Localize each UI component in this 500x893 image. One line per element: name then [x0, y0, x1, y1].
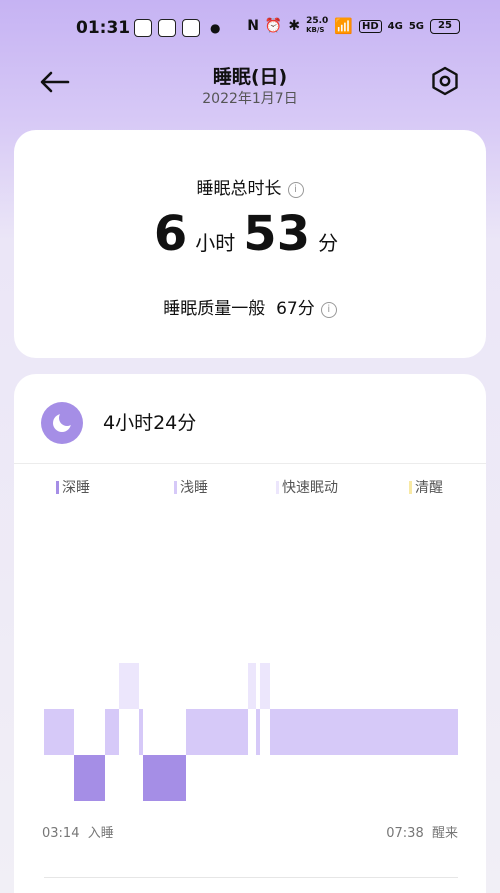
- header: 睡眠(日) 2022年1月7日: [0, 56, 500, 126]
- sleep-quality: 睡眠质量一般 67分 i: [14, 294, 486, 319]
- hd-icon: HD: [358, 19, 382, 33]
- battery-icon: 25: [430, 18, 460, 34]
- app-notification-icon: [134, 19, 152, 37]
- light-sleep-segment: [104, 709, 119, 755]
- session-card: 4小时24分 深睡 浅睡 快速眠动 清醒 03:14 入睡 07:38 醒来: [14, 374, 486, 893]
- duration-minutes: 53: [243, 206, 311, 262]
- legend-awake: 清醒: [409, 477, 443, 497]
- divider: [44, 877, 458, 878]
- status-time: 01:31: [76, 18, 131, 38]
- settings-hexagon-icon[interactable]: [430, 66, 460, 96]
- start-time: 03:14: [42, 826, 80, 841]
- system-icons: N ⏰ ✱ 25.0 KB/S 📶 HD 4G 5G 25: [247, 17, 460, 35]
- net-speed: 25.0 KB/S: [306, 17, 328, 35]
- browser-notification-icon: [182, 19, 200, 37]
- page-date: 2022年1月7日: [202, 91, 298, 107]
- net-speed-value: 25.0: [306, 16, 329, 26]
- summary-card: 睡眠总时长 i 6 小时 53 分 睡眠质量一般 67分 i: [14, 130, 486, 358]
- sleep-stage-chart: [44, 663, 458, 813]
- legend-light: 浅睡: [174, 477, 208, 497]
- legend-label: 深睡: [62, 480, 90, 496]
- legend-swatch: [174, 480, 177, 494]
- legend-label: 快速眠动: [282, 480, 338, 496]
- deep-sleep-segment: [73, 755, 105, 801]
- signal-5g-icon: 5G: [408, 20, 424, 32]
- info-icon[interactable]: i: [320, 302, 337, 318]
- signal-4g-icon: 4G: [387, 20, 403, 32]
- end-label: 醒来: [431, 826, 458, 841]
- moon-icon: [41, 402, 83, 444]
- hours-unit: 小时: [195, 231, 236, 255]
- bluetooth-icon: ✱: [288, 18, 301, 34]
- legend-deep: 深睡: [56, 477, 90, 497]
- light-sleep-segment: [138, 709, 144, 755]
- baidu-notification-icon: [158, 19, 176, 37]
- duration-hours: 6: [153, 206, 188, 262]
- page-title: 睡眠(日): [212, 66, 288, 88]
- rem-segment: [248, 663, 256, 709]
- start-time-label: 03:14 入睡: [42, 822, 114, 841]
- info-icon[interactable]: i: [287, 182, 304, 198]
- nfc-icon: N: [247, 18, 259, 34]
- rem-segment: [260, 663, 271, 709]
- quality-text: 睡眠质量一般: [163, 299, 266, 319]
- light-sleep-segment: [186, 709, 249, 755]
- start-label: 入睡: [87, 826, 114, 841]
- dot-icon: ●: [210, 21, 221, 35]
- deep-sleep-segment: [143, 755, 186, 801]
- divider: [14, 463, 486, 464]
- notification-icons: ●: [134, 19, 220, 37]
- legend-swatch: [56, 480, 59, 494]
- light-sleep-segment: [255, 709, 261, 755]
- rem-segment: [118, 663, 139, 709]
- end-time-label: 07:38 醒来: [386, 822, 458, 841]
- light-sleep-segment: [44, 709, 74, 755]
- quality-score: 67分: [276, 299, 315, 319]
- legend-label: 清醒: [415, 480, 443, 496]
- status-bar: 01:31 ● N ⏰ ✱ 25.0 KB/S 📶 HD 4G 5G 25: [0, 0, 500, 56]
- total-sleep-label-text: 睡眠总时长: [196, 179, 282, 199]
- end-time: 07:38: [386, 826, 424, 841]
- legend-swatch: [276, 480, 279, 494]
- net-speed-unit: KB/S: [306, 26, 325, 34]
- total-sleep-label: 睡眠总时长 i: [14, 174, 486, 199]
- total-duration: 6 小时 53 分: [14, 206, 486, 262]
- minutes-unit: 分: [318, 231, 339, 255]
- alarm-icon: ⏰: [264, 18, 283, 34]
- wifi-icon: 📶: [334, 17, 353, 35]
- light-sleep-segment: [270, 709, 458, 755]
- legend-swatch: [409, 480, 412, 494]
- legend-rem: 快速眠动: [276, 477, 338, 497]
- session-duration: 4小时24分: [103, 412, 197, 434]
- legend-label: 浅睡: [180, 480, 208, 496]
